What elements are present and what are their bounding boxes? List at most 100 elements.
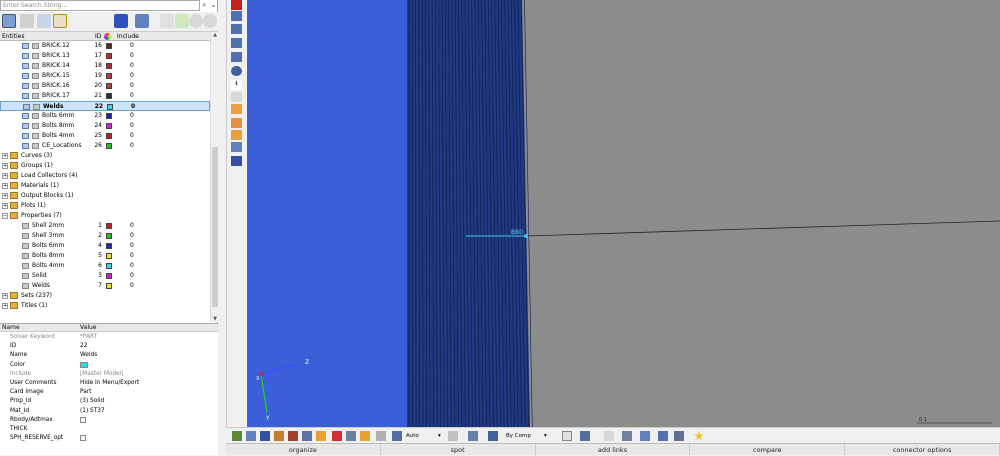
loads-icon[interactable] [274,431,284,441]
property-checkbox[interactable] [80,417,86,423]
property-row[interactable]: Prop_Id(3) Solid [0,397,218,406]
property-value[interactable]: Welds [80,351,97,360]
mesh-icon[interactable] [658,431,668,441]
menu-item-add-links[interactable]: add links [536,444,691,455]
rotate-icon[interactable] [231,66,242,76]
viewport-canvas[interactable]: BB0 Z Y X 0.1 [247,0,1000,427]
element-shade-icon[interactable] [580,431,590,441]
tree-row-property[interactable]: Bolts 4mm60 [0,261,210,271]
property-checkbox[interactable] [80,435,86,441]
search-icon[interactable]: ⌕ [200,0,209,11]
id-column[interactable]: ID [95,32,101,41]
systems-icon[interactable] [288,431,298,441]
tree-view-icon[interactable] [20,14,34,28]
tree-row-component[interactable]: CE_Locations260 [0,141,210,151]
expand-toggle-icon[interactable]: + [2,203,8,209]
dropdown-arrow-icon[interactable]: ▾ [544,431,547,441]
property-row[interactable]: SPH_RESERVE_opt [0,434,218,443]
view-iso-icon[interactable] [231,52,242,62]
dropdown-arrow-icon[interactable]: ▾ [438,431,441,441]
color-swatch[interactable] [106,53,112,59]
color-swatch[interactable] [106,63,112,69]
expand-toggle-icon[interactable]: + [2,173,8,179]
color-by-icon[interactable] [488,431,498,441]
hide-eye-icon[interactable] [203,14,217,28]
expand-toggle-icon[interactable]: + [2,303,8,309]
expand-toggle-icon[interactable]: + [2,183,8,189]
annotate-icon[interactable] [231,130,242,140]
section-icon[interactable] [231,142,242,152]
include-column[interactable]: Include [117,32,139,41]
tree-row-folder[interactable]: +Curves (3) [0,151,210,161]
color-swatch[interactable] [106,263,112,269]
display-icon[interactable] [135,14,149,28]
scroll-thumb[interactable] [212,147,218,307]
color-swatch[interactable] [106,43,112,49]
star-icon[interactable] [694,431,704,441]
components-icon[interactable] [232,431,242,441]
color-swatch[interactable] [107,104,113,110]
shading-icon[interactable] [231,156,242,166]
unmask-icon[interactable] [346,431,356,441]
tree-row-folder[interactable]: +Plots (1) [0,201,210,211]
tree-row-component[interactable]: Bolts 6mm230 [0,111,210,121]
zoom-icon[interactable] [231,92,242,102]
mesh-block[interactable] [407,0,532,427]
shaded-icon[interactable] [468,431,478,441]
view-front-icon[interactable] [231,11,242,21]
delete-icon[interactable] [231,0,242,10]
color-swatch[interactable] [106,133,112,139]
vectors-icon[interactable] [302,431,312,441]
search-input[interactable]: Enter Search String... [0,0,200,11]
tree-row-component[interactable]: BRICK.15190 [0,71,210,81]
scroll-up-icon[interactable]: ▲ [211,32,219,38]
expand-toggle-icon[interactable]: + [2,163,8,169]
color-swatch[interactable] [106,143,112,149]
expand-toggle-icon[interactable]: − [2,213,8,219]
color-swatch[interactable] [106,83,112,89]
info-icon[interactable]: ℹ [231,80,242,90]
graphics-viewport[interactable]: BB0 Z Y X 0.1 [247,0,1000,427]
tree-row-component[interactable]: BRICK.14180 [0,61,210,71]
property-value[interactable]: Hide In Menu/Export [80,379,139,388]
tree-row-folder[interactable]: −Properties (7) [0,211,210,221]
line-icon[interactable] [604,431,614,441]
color-swatch[interactable] [106,243,112,249]
color-swatch[interactable] [106,233,112,239]
tree-row-folder[interactable]: +Output Blocks (1) [0,191,210,201]
filter-icon[interactable] [53,14,67,28]
menu-item-compare[interactable]: compare [690,444,845,455]
elements-icon[interactable] [260,431,270,441]
tree-row-folder[interactable]: +Materials (1) [0,181,210,191]
tree-row-property[interactable]: Welds70 [0,281,210,291]
tree-row-component[interactable]: BRICK.12160 [0,41,210,51]
points-icon[interactable] [316,431,326,441]
tree-row-property[interactable]: Bolts 6mm40 [0,241,210,251]
property-row[interactable]: Solver Keyword*PART [0,333,218,342]
assemblies-icon[interactable] [246,431,256,441]
color-swatch[interactable] [106,223,112,229]
color-swatch[interactable] [106,93,112,99]
property-value[interactable]: [Master Model] [80,370,124,379]
measure-icon[interactable] [231,104,242,114]
geometry-icon[interactable] [640,431,650,441]
selected-node[interactable] [524,234,528,238]
color-swatch[interactable] [80,362,88,368]
view-top-icon[interactable] [231,38,242,48]
auto-dropdown[interactable]: Auto [406,431,419,441]
property-value[interactable]: *PART [80,333,97,342]
color-swatch[interactable] [106,253,112,259]
plane-icon[interactable] [622,431,632,441]
property-row[interactable]: Card ImagePart [0,388,218,397]
view-mode-icon[interactable] [392,431,402,441]
move-icon[interactable] [376,431,386,441]
property-row[interactable]: Rbody/Adtmax [0,416,218,425]
tree-row-property[interactable]: Bolts 8mm50 [0,251,210,261]
menu-item-connector-options[interactable]: connector options [845,444,1000,455]
tree-row-component[interactable]: Bolts 8mm240 [0,121,210,131]
tree-row-folder[interactable]: +Load Collectors (4) [0,171,210,181]
tree-row-property[interactable]: Shell 3mm20 [0,231,210,241]
color-swatch[interactable] [106,73,112,79]
monitor-icon[interactable] [674,431,684,441]
property-row[interactable]: ID22 [0,342,218,351]
